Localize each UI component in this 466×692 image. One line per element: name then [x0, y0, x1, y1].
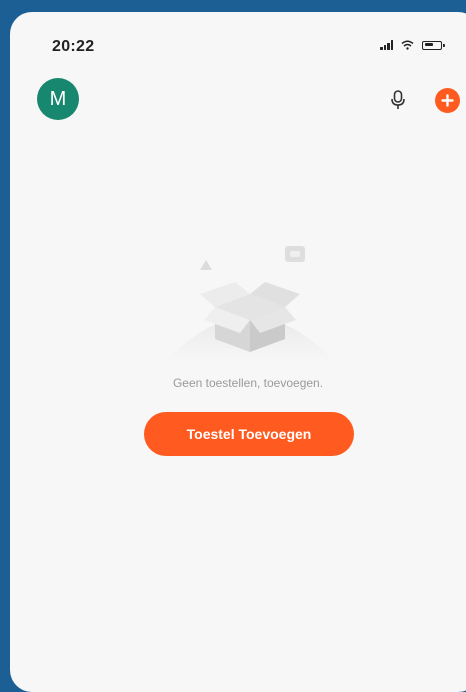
status-icons	[380, 40, 445, 50]
empty-state-message: Geen toestellen, toevoegen.	[172, 376, 324, 390]
wifi-icon	[401, 40, 414, 50]
empty-box-icon	[165, 246, 335, 362]
avatar[interactable]: M	[37, 78, 79, 120]
plus-icon	[441, 94, 454, 107]
app-screen: 20:22 M Geen toestellen, toevoegen. Toes…	[10, 12, 466, 692]
microphone-button[interactable]	[386, 88, 410, 112]
cellular-signal-icon	[380, 40, 393, 50]
microphone-icon	[391, 90, 405, 109]
status-bar: 20:22	[10, 12, 466, 72]
add-device-button[interactable]	[435, 88, 460, 113]
status-time: 20:22	[52, 38, 95, 55]
battery-icon	[422, 40, 445, 50]
add-device-primary-button[interactable]: Toestel Toevoegen	[144, 412, 354, 456]
